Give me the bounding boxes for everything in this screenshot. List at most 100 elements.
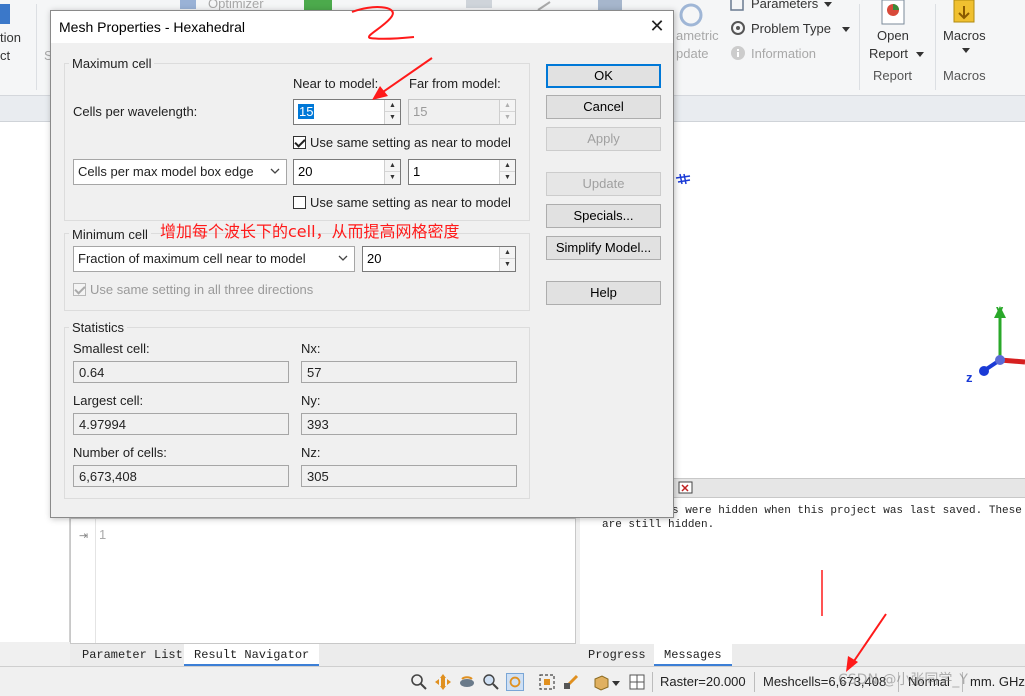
checkbox-checked-icon bbox=[73, 283, 86, 296]
reset-view-icon[interactable] bbox=[506, 673, 524, 691]
cancel-button[interactable]: Cancel bbox=[546, 95, 661, 119]
status-separator bbox=[754, 672, 755, 692]
close-icon[interactable]: ✕ bbox=[641, 11, 673, 43]
clear-messages-icon[interactable] bbox=[678, 481, 694, 495]
watermark: CSDN @小张同学_Y bbox=[838, 672, 968, 688]
ribbon-separator bbox=[935, 4, 936, 90]
chevron-down-icon bbox=[270, 168, 280, 174]
update-button: Update bbox=[546, 172, 661, 196]
open-report-label-2[interactable]: Report bbox=[869, 46, 908, 61]
ribbon-left-fragment-1[interactable]: tion bbox=[0, 30, 21, 45]
box-edge-select[interactable]: Cells per max model box edge bbox=[73, 159, 287, 185]
parametric-update-icon bbox=[679, 3, 703, 27]
spin-up-icon[interactable]: ▲ bbox=[385, 100, 400, 112]
all-directions-checkbox: Use same setting in all three directions bbox=[73, 282, 313, 297]
tab-result-navigator[interactable]: Result Navigator bbox=[184, 644, 320, 666]
fraction-select-value: Fraction of maximum cell near to model bbox=[78, 251, 306, 266]
open-report-label-1[interactable]: Open bbox=[877, 28, 909, 43]
status-bar: Raster=20.000 Meshcells=6,673,408 Normal… bbox=[0, 666, 1025, 696]
box-far-spinbox[interactable]: 1 ▲ ▼ bbox=[408, 159, 516, 185]
spin-up-icon[interactable]: ▲ bbox=[500, 247, 515, 259]
spin-arrows: ▲ ▼ bbox=[384, 160, 400, 184]
parameters-dropdown-icon bbox=[824, 2, 832, 7]
model-fragment-icon bbox=[675, 173, 691, 185]
report-group-label: Report bbox=[873, 68, 913, 83]
ribbon-left-icon bbox=[0, 4, 10, 24]
spin-up-icon[interactable]: ▲ bbox=[385, 160, 400, 172]
fraction-select[interactable]: Fraction of maximum cell near to model bbox=[73, 246, 355, 272]
tab-progress[interactable]: Progress bbox=[578, 644, 656, 666]
same-setting-box-checkbox[interactable]: Use same setting as near to model bbox=[293, 195, 511, 210]
cells-per-wavelength-label: Cells per wavelength: bbox=[73, 104, 198, 119]
same-setting-wavelength-checkbox[interactable]: Use same setting as near to model bbox=[293, 135, 511, 150]
box-view-dropdown-icon[interactable] bbox=[612, 673, 620, 691]
macros-group-label: Macros bbox=[943, 68, 986, 83]
open-report-dropdown-icon bbox=[916, 52, 924, 57]
specials-button[interactable]: Specials... bbox=[546, 204, 661, 228]
zoom-icon[interactable] bbox=[410, 673, 428, 691]
status-separator bbox=[652, 672, 653, 692]
spin-down-icon[interactable]: ▼ bbox=[500, 172, 515, 184]
tab-parameter-list[interactable]: Parameter List bbox=[72, 644, 193, 666]
macros-icon bbox=[953, 0, 975, 23]
parameters-button[interactable]: Parameters bbox=[751, 0, 818, 11]
box-view-icon[interactable] bbox=[592, 673, 610, 691]
largest-cell-label: Largest cell: bbox=[73, 393, 144, 408]
mesh-properties-dialog: Mesh Properties - Hexahedral ✕ Maximum c… bbox=[50, 10, 674, 518]
spin-up-icon[interactable]: ▲ bbox=[500, 160, 515, 172]
row-divider bbox=[95, 519, 96, 643]
3d-viewport[interactable]: y z bbox=[674, 122, 1025, 478]
rotate-icon[interactable] bbox=[458, 673, 476, 691]
nz-field: 305 bbox=[301, 465, 517, 487]
spin-down-icon[interactable]: ▼ bbox=[500, 259, 515, 271]
mesh-view-icon[interactable] bbox=[628, 673, 646, 691]
information-icon bbox=[731, 46, 745, 60]
checkbox-unchecked-icon[interactable] bbox=[293, 196, 306, 209]
optimizer-icon bbox=[180, 0, 196, 9]
units-readout: mm. GHz bbox=[970, 674, 1025, 689]
parametric-update-label-2[interactable]: pdate bbox=[676, 46, 709, 61]
simplify-model-button[interactable]: Simplify Model... bbox=[546, 236, 661, 260]
spin-arrows: ▲ ▼ bbox=[499, 100, 515, 124]
number-of-cells-field: 6,673,408 bbox=[73, 465, 289, 487]
spin-down-icon[interactable]: ▼ bbox=[385, 112, 400, 124]
problem-type-button[interactable]: Problem Type bbox=[751, 21, 831, 36]
smallest-cell-label: Smallest cell: bbox=[73, 341, 150, 356]
axis-y-label: y bbox=[996, 302, 1004, 317]
macros-dropdown-icon bbox=[962, 48, 970, 53]
minimum-cell-group bbox=[64, 233, 530, 311]
help-button[interactable]: Help bbox=[546, 281, 661, 305]
near-wavelength-spinbox[interactable]: 15 ▲ ▼ bbox=[293, 99, 401, 125]
dialog-title: Mesh Properties - Hexahedral bbox=[59, 19, 245, 35]
fraction-spinbox[interactable]: 20 ▲ ▼ bbox=[362, 246, 516, 272]
tab-messages[interactable]: Messages bbox=[654, 644, 732, 666]
smallest-cell-field: 0.64 bbox=[73, 361, 289, 383]
axis-z-label: z bbox=[966, 370, 973, 385]
pan-icon[interactable] bbox=[434, 673, 452, 691]
maximum-cell-title: Maximum cell bbox=[69, 56, 155, 71]
dialog-title-bar[interactable]: Mesh Properties - Hexahedral ✕ bbox=[51, 11, 673, 43]
checkbox-checked-icon[interactable] bbox=[293, 136, 306, 149]
box-near-spinbox[interactable]: 20 ▲ ▼ bbox=[293, 159, 401, 185]
ribbon-separator bbox=[36, 4, 37, 90]
box-far-value: 1 bbox=[413, 164, 421, 179]
working-plane-icon[interactable] bbox=[562, 673, 580, 691]
nz-label: Nz: bbox=[301, 445, 321, 460]
parametric-update-label-1[interactable]: ametric bbox=[676, 28, 719, 43]
far-wavelength-spinbox: 15 ▲ ▼ bbox=[408, 99, 516, 125]
information-button[interactable]: Information bbox=[751, 46, 816, 61]
spin-arrows: ▲ ▼ bbox=[499, 247, 515, 271]
row-marker-icon: ⇥ bbox=[79, 530, 89, 542]
parameters-icon bbox=[730, 0, 744, 11]
parameter-list-pane[interactable]: ⇥ 1 bbox=[70, 518, 576, 644]
same-setting-wavelength-label: Use same setting as near to model bbox=[310, 135, 511, 150]
number-of-cells-label: Number of cells: bbox=[73, 445, 167, 460]
problem-type-dropdown-icon bbox=[842, 27, 850, 32]
ok-button[interactable]: OK bbox=[546, 64, 661, 88]
fit-selection-icon[interactable] bbox=[538, 673, 556, 691]
macros-button[interactable]: Macros bbox=[943, 28, 986, 43]
annotation-note: 增加每个波长下的cell，从而提高网格密度 bbox=[160, 222, 460, 241]
ribbon-left-fragment-2[interactable]: ct bbox=[0, 48, 10, 63]
spin-down-icon[interactable]: ▼ bbox=[385, 172, 400, 184]
zoom-fit-icon[interactable] bbox=[482, 673, 500, 691]
